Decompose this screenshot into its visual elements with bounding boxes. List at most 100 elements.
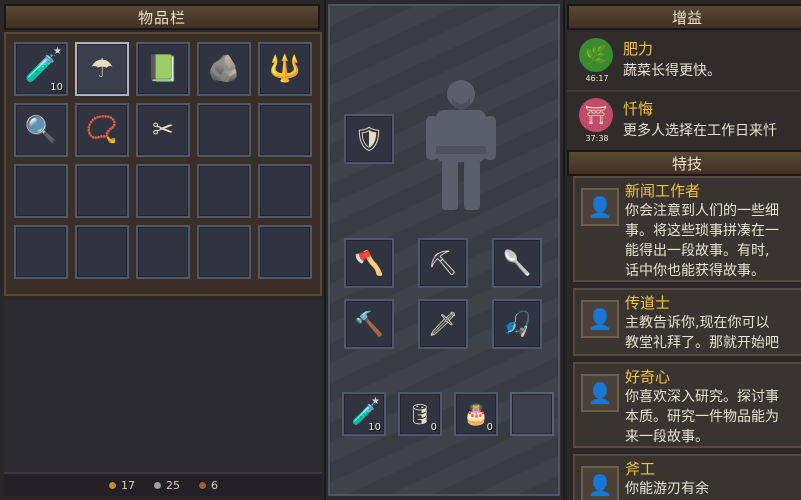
pitchfork-icon: 🔱 <box>268 54 302 84</box>
buff-timer: 37:38 <box>585 134 609 143</box>
skills-title: 特技 <box>567 150 801 176</box>
red-potion-icon: 🧪 <box>351 402 377 426</box>
inventory-slot[interactable] <box>197 103 251 157</box>
armor-slot[interactable]: 🛡 <box>344 114 394 164</box>
red-potion-icon: 🧪 <box>24 54 58 84</box>
skill-description-line: 你喜欢深入研究。探讨事 <box>625 389 779 405</box>
hand-mirror-icon: 🔍 <box>24 115 58 145</box>
buff-description: 蔬菜长得更快。 <box>623 63 721 79</box>
inventory-grid: 🧪 ★ 10 ☂ 📗 🪨 🔱 🔍 📿 ✂ <box>14 42 312 279</box>
quick-slot[interactable]: 🧪 ★ 10 <box>342 392 386 436</box>
status-panel: 增益 🌿 46:17 肥力 蔬菜长得更快。 ⛩ 37:38 忏悔 更多人选择在工作日来忏 特技… <box>563 0 801 500</box>
tool-slot[interactable]: 🪓 <box>344 238 394 288</box>
tool-slot[interactable]: 🎣 <box>492 299 542 349</box>
inventory-slot[interactable] <box>136 164 190 218</box>
character-panel: 🛡 🪓 ⛏ 🥄 🔨 🗡 🎣 🧪 ★ 10 🛢 0 🎂 0 <box>328 4 560 496</box>
tool-slot[interactable]: 🗡 <box>418 299 468 349</box>
skill-description-line: 事。将这些琐事拼凑在一 <box>625 223 779 239</box>
shovel-icon: 🥄 <box>502 249 532 277</box>
inventory-slot[interactable]: 📗 <box>136 42 190 96</box>
inventory-slot[interactable] <box>197 164 251 218</box>
red-amulet-icon: 📿 <box>85 115 119 145</box>
gold-coin-counter: 17 <box>108 479 135 492</box>
green-book-icon: 📗 <box>146 54 180 84</box>
curious-icon: 👤 <box>581 374 619 412</box>
tool-slot[interactable]: 🥄 <box>492 238 542 288</box>
inventory-slot[interactable] <box>14 164 68 218</box>
axe-icon: 🪓 <box>354 249 384 277</box>
inventory-slot[interactable]: ✂ <box>136 103 190 157</box>
inventory-slot[interactable] <box>136 225 190 279</box>
buff-item[interactable]: 🌿 46:17 肥力 蔬菜长得更快。 <box>567 32 801 92</box>
worker-icon: 👤 <box>581 466 619 500</box>
cake-icon: 🎂 <box>463 402 489 426</box>
inventory-slot[interactable] <box>258 225 312 279</box>
skills-list: 👤 新闻工作者你会注意到人们的一些细 事。将这些琐事拼凑在一 能得出一段故事。有时, 话… <box>567 176 801 500</box>
favorite-star-icon: ★ <box>371 396 380 407</box>
inventory-slot[interactable] <box>258 164 312 218</box>
currency-bar: 17 25 6 <box>4 472 322 496</box>
skill-description-line: 来一段故事。 <box>625 429 709 445</box>
buffs-title: 增益 <box>567 4 801 30</box>
chest-armor-icon: 🛡 <box>353 125 385 153</box>
inventory-slot[interactable]: 📿 <box>75 103 129 157</box>
inventory-slot[interactable]: 🔱 <box>258 42 312 96</box>
inventory-slot[interactable]: 🧪 ★ 10 <box>14 42 68 96</box>
inventory-panel: 物品栏 🧪 ★ 10 ☂ 📗 🪨 🔱 🔍 📿 ✂ 17 25 6 <box>0 0 326 500</box>
favorite-star-icon: ★ <box>53 46 62 57</box>
buff-name: 忏悔 <box>623 100 654 118</box>
skill-name: 传道士 <box>625 294 671 312</box>
inventory-slot[interactable] <box>197 225 251 279</box>
leaf-icon: 🌿 <box>579 38 613 72</box>
skill-item[interactable]: 👤 好奇心你喜欢深入研究。探讨事 本质。研究一件物品能为 来一段故事。 <box>573 362 801 448</box>
inventory-slot[interactable]: ☂ <box>75 42 129 96</box>
inventory-area: 🧪 ★ 10 ☂ 📗 🪨 🔱 🔍 📿 ✂ <box>4 32 322 296</box>
buff-timer: 46:17 <box>585 74 609 83</box>
fishing-rod-icon: 🎣 <box>502 310 532 338</box>
tool-slot[interactable]: 🔨 <box>344 299 394 349</box>
preacher-icon: 👤 <box>581 300 619 338</box>
skill-description-line: 本质。研究一件物品能为 <box>625 409 779 425</box>
skill-description-line: 能得出一段故事。有时, <box>625 243 770 259</box>
skill-description-line: 你会注意到人们的一些细 <box>625 203 779 219</box>
item-count: 10 <box>50 82 63 93</box>
character-silhouette-icon <box>426 80 496 210</box>
skill-description-line: 话中你也能获得故事。 <box>625 263 765 279</box>
buff-item[interactable]: ⛩ 37:38 忏悔更多人选择在工作日来忏 <box>567 92 801 152</box>
quick-slot[interactable]: 🎂 0 <box>454 392 498 436</box>
skill-item[interactable]: 👤 斧工 你能游刃有余 <box>573 454 801 500</box>
copper-coin-counter: 6 <box>198 479 218 492</box>
barrel-icon: 🛢 <box>407 402 433 426</box>
journalist-icon: 👤 <box>581 188 619 226</box>
inventory-slot[interactable] <box>75 164 129 218</box>
item-count: 0 <box>486 422 493 433</box>
hammer-icon: 🔨 <box>354 310 384 338</box>
skill-description-line: 主教告诉你,现在你可以 <box>625 315 770 331</box>
skill-name: 斧工 <box>625 460 656 478</box>
inventory-slot[interactable] <box>258 103 312 157</box>
black-ore-icon: 🪨 <box>207 54 241 84</box>
inventory-slot[interactable] <box>75 225 129 279</box>
skill-item[interactable]: 👤 新闻工作者你会注意到人们的一些细 事。将这些琐事拼凑在一 能得出一段故事。有时, 话… <box>573 176 801 282</box>
silver-coin-counter: 25 <box>153 479 180 492</box>
gold-coin-icon <box>108 480 117 490</box>
skill-item[interactable]: 👤 传道士主教告诉你,现在你可以 教堂礼拜了。那就开始吧 <box>573 288 801 356</box>
quick-slot[interactable] <box>510 392 554 436</box>
tool-slot[interactable]: ⛏ <box>418 238 468 288</box>
copper-coin-icon <box>198 480 207 490</box>
pickaxe-icon: ⛏ <box>427 249 459 277</box>
inventory-slot[interactable]: 🪨 <box>197 42 251 96</box>
repent-icon: ⛩ <box>579 98 613 132</box>
silver-coin-icon <box>153 480 162 490</box>
item-count: 10 <box>368 422 381 433</box>
item-count: 0 <box>430 422 437 433</box>
inventory-slot[interactable] <box>14 225 68 279</box>
inventory-title: 物品栏 <box>4 4 320 30</box>
skill-description-line: 教堂礼拜了。那就开始吧 <box>625 335 779 351</box>
skill-name: 新闻工作者 <box>625 182 701 200</box>
inventory-empty-area <box>4 300 322 472</box>
buff-description: 更多人选择在工作日来忏 <box>623 123 777 139</box>
quick-slot[interactable]: 🛢 0 <box>398 392 442 436</box>
skill-name: 好奇心 <box>625 368 671 386</box>
inventory-slot[interactable]: 🔍 <box>14 103 68 157</box>
